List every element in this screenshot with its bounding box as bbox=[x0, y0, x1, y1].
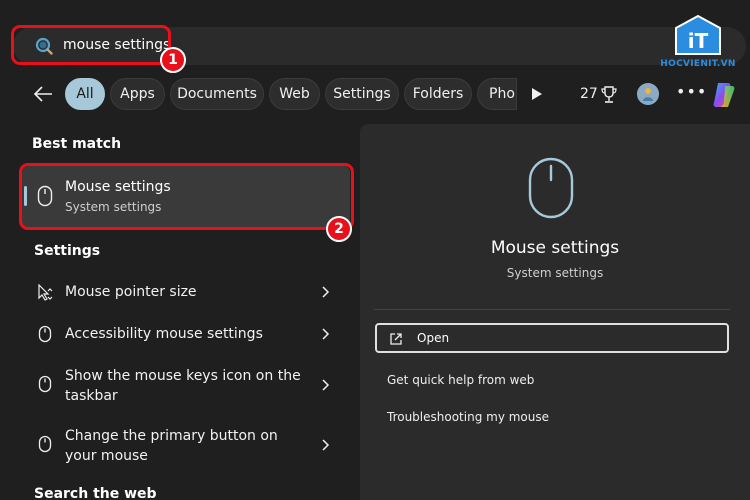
tab-folders[interactable]: Folders bbox=[404, 78, 472, 110]
back-arrow-icon[interactable] bbox=[32, 84, 54, 104]
step-badge-1: 1 bbox=[160, 47, 186, 73]
list-item-mouse-keys-taskbar[interactable]: Show the mouse keys icon on the taskbar bbox=[22, 362, 350, 408]
chevron-right-icon bbox=[322, 286, 330, 298]
tab-apps[interactable]: Apps bbox=[110, 78, 165, 110]
copilot-icon[interactable] bbox=[709, 80, 739, 110]
open-label: Open bbox=[417, 331, 450, 345]
divider bbox=[374, 309, 730, 310]
best-match-highlight-box bbox=[19, 163, 354, 230]
tab-photos[interactable]: Pho bbox=[477, 78, 517, 110]
rewards-points: 27 bbox=[580, 86, 598, 102]
play-icon[interactable] bbox=[531, 87, 543, 101]
logo-mark-text: iT bbox=[688, 29, 709, 53]
best-match-heading: Best match bbox=[32, 136, 122, 152]
quick-help-link[interactable]: Get quick help from web bbox=[387, 373, 534, 387]
chevron-right-icon bbox=[322, 379, 330, 391]
mouse-icon bbox=[38, 325, 52, 343]
tab-documents[interactable]: Documents bbox=[170, 78, 264, 110]
list-item-label: Accessibility mouse settings bbox=[65, 326, 263, 342]
trophy-icon[interactable] bbox=[601, 86, 617, 104]
tab-all[interactable]: All bbox=[65, 78, 105, 110]
search-web-heading: Search the web bbox=[34, 486, 157, 500]
list-item-label: Mouse pointer size bbox=[65, 284, 197, 300]
preview-subtitle: System settings bbox=[506, 266, 604, 280]
chevron-right-icon bbox=[322, 328, 330, 340]
avatar[interactable] bbox=[637, 83, 659, 105]
logo-mark-icon: iT bbox=[675, 14, 721, 55]
settings-heading: Settings bbox=[34, 243, 101, 259]
preview-title: Mouse settings bbox=[490, 238, 620, 258]
tab-settings[interactable]: Settings bbox=[325, 78, 399, 110]
tab-web[interactable]: Web bbox=[269, 78, 320, 110]
list-item-label: Show the mouse keys icon on the bbox=[65, 368, 301, 384]
logo-text: HOCVIENIT.VN bbox=[660, 59, 736, 69]
list-item-label-line2: taskbar bbox=[65, 388, 118, 404]
open-button[interactable]: Open bbox=[375, 323, 729, 353]
list-item-label: Change the primary button on bbox=[65, 428, 278, 444]
open-external-icon bbox=[390, 333, 402, 345]
list-item-accessibility-mouse[interactable]: Accessibility mouse settings bbox=[22, 316, 350, 352]
list-item-mouse-pointer-size[interactable]: Mouse pointer size bbox=[22, 274, 350, 310]
mouse-icon-large bbox=[528, 157, 574, 219]
mouse-icon bbox=[38, 435, 52, 453]
mouse-icon bbox=[38, 375, 52, 393]
more-options-icon[interactable]: ••• bbox=[676, 82, 707, 101]
list-item-label-line2: your mouse bbox=[65, 448, 148, 464]
troubleshoot-link[interactable]: Troubleshooting my mouse bbox=[387, 410, 549, 424]
mouse-pointer-icon bbox=[38, 284, 53, 301]
step-badge-2: 2 bbox=[326, 216, 352, 242]
hocvienit-logo: iT HOCVIENIT.VN bbox=[650, 14, 746, 72]
chevron-right-icon bbox=[322, 439, 330, 451]
search-highlight-box bbox=[11, 25, 171, 65]
list-item-primary-button[interactable]: Change the primary button on your mouse bbox=[22, 422, 350, 468]
